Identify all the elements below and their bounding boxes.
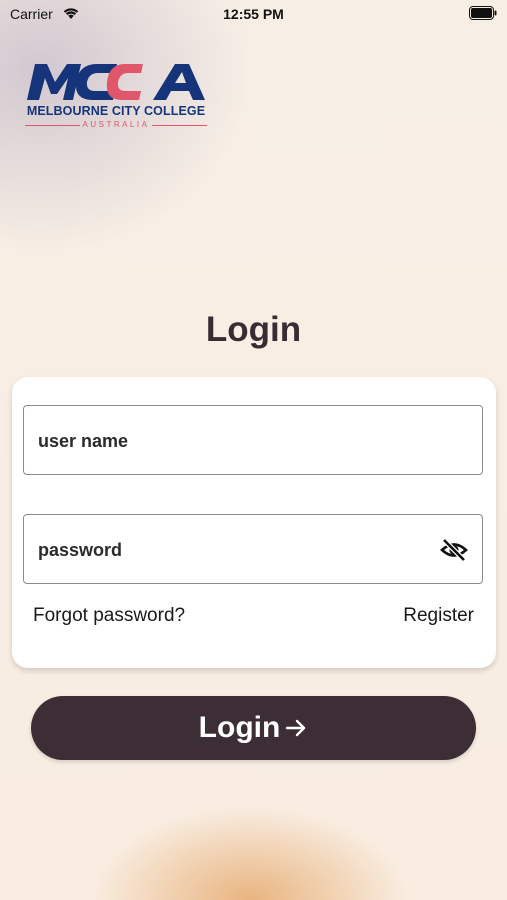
- login-button[interactable]: Login: [31, 696, 476, 760]
- eye-off-icon[interactable]: [440, 536, 468, 564]
- login-card: user name password Forgot password? Regi…: [12, 377, 496, 668]
- page-title: Login: [205, 310, 302, 349]
- username-placeholder: user name: [38, 431, 129, 451]
- forgot-password-link[interactable]: Forgot password?: [33, 605, 185, 627]
- status-bar: Carrier 12:55 PM: [0, 0, 507, 28]
- logo-college-name: MELBOURNE CITY COLLEGE: [26, 104, 206, 118]
- arrow-right-icon: [286, 719, 306, 737]
- password-field[interactable]: password: [23, 514, 483, 584]
- password-placeholder: password: [38, 540, 123, 560]
- username-field[interactable]: user name: [23, 405, 483, 475]
- logo-line-right: [152, 125, 207, 126]
- battery-icon: [469, 6, 497, 20]
- register-link[interactable]: Register: [403, 605, 474, 627]
- clock: 12:55 PM: [223, 6, 284, 22]
- login-button-label: Login: [198, 711, 281, 744]
